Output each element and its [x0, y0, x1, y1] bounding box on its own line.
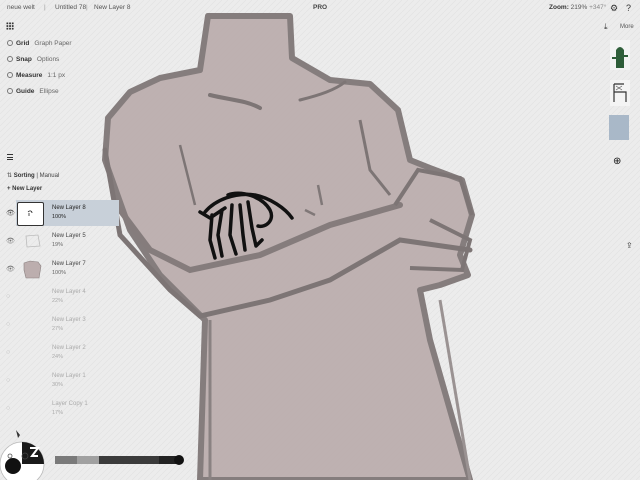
layer-name: New Layer 5 [52, 233, 86, 239]
grid-option[interactable]: Grid Graph Paper [7, 40, 72, 49]
visibility-eye-icon[interactable]: ○ [6, 405, 10, 412]
pro-label: PRO [313, 4, 328, 11]
layer-row[interactable]: ○ New Layer 1 30% [0, 368, 120, 394]
sorting-label: Sorting [13, 173, 35, 179]
breadcrumb-gallery[interactable]: neue welt [7, 4, 35, 11]
zoom-value: 219% [570, 4, 588, 11]
grid-menu-icon[interactable] [6, 22, 14, 30]
layer-name: New Layer 3 [52, 317, 86, 323]
tool-value: 1:1 px [47, 72, 66, 79]
reference-thumbnail-chair[interactable] [610, 80, 630, 106]
visibility-eye-icon[interactable]: 👁 [6, 237, 15, 245]
color-swatch[interactable] [609, 115, 629, 140]
radio-icon [7, 72, 13, 79]
layer-thumbnail [20, 398, 45, 420]
visibility-eye-icon[interactable]: ○ [6, 321, 10, 328]
new-layer-button[interactable]: + New Layer [7, 186, 42, 192]
layer-row[interactable]: ○ New Layer 2 24% [0, 340, 120, 366]
breadcrumb-separator: | [86, 4, 88, 11]
tool-label: Grid [16, 40, 30, 47]
layer-thumbnail [20, 370, 45, 392]
layer-opacity: 100% [52, 214, 67, 220]
brush-size-slider[interactable] [55, 455, 187, 465]
layers-menu-icon[interactable] [7, 154, 13, 160]
layer-thumbnail [20, 286, 45, 308]
layer-thumbnail [20, 314, 45, 336]
layer-opacity: 30% [52, 382, 64, 388]
layer-name: Layer Copy 1 [52, 401, 88, 407]
layer-name: New Layer 1 [52, 373, 86, 379]
tool-value: Graph Paper [34, 40, 72, 47]
tool-value: Ellipse [39, 88, 59, 95]
measure-option[interactable]: Measure 1:1 px [7, 72, 65, 81]
tool-label: Snap [16, 56, 32, 63]
layer-thumbnail [17, 202, 44, 226]
more-button[interactable]: More [620, 24, 634, 30]
breadcrumb-layer[interactable]: New Layer 8 [94, 4, 131, 11]
visibility-eye-icon[interactable]: ○ [6, 377, 10, 384]
layer-row[interactable]: 👁 New Layer 5 19% [0, 228, 120, 254]
radio-icon [7, 40, 13, 47]
layer-opacity: 27% [52, 326, 64, 332]
zoom-readout[interactable]: Zoom: 219% +347° [549, 4, 606, 11]
tool-value: Options [36, 56, 60, 63]
sorting-control[interactable]: ⇅ Sorting | Manual [7, 172, 59, 179]
pointer-icon [16, 430, 20, 438]
right-panel [604, 0, 640, 480]
share-icon[interactable]: ⇪ [626, 241, 633, 250]
breadcrumb-document[interactable]: Untitled 78 [55, 4, 86, 11]
visibility-eye-icon[interactable]: 👁 [6, 209, 15, 217]
layer-name: New Layer 2 [52, 345, 86, 351]
layer-opacity: 19% [52, 242, 64, 248]
reference-thumbnail-cactus[interactable] [610, 40, 630, 70]
download-icon[interactable]: ⤓ [604, 22, 608, 32]
layer-opacity: 17% [52, 410, 64, 416]
layer-opacity: 24% [52, 354, 64, 360]
layer-opacity: 100% [52, 270, 67, 276]
tool-label: Measure [16, 72, 43, 79]
layer-thumbnail [20, 230, 45, 252]
layer-row[interactable]: New Layer 8 100% [16, 200, 119, 226]
sorting-value: Manual [39, 173, 60, 179]
visibility-eye-icon[interactable]: 👁 [6, 265, 15, 273]
radio-icon [7, 56, 13, 63]
layer-row[interactable]: ○ New Layer 3 27% [0, 312, 120, 338]
radio-icon [7, 88, 13, 95]
visibility-eye-icon[interactable]: ○ [6, 349, 10, 356]
layer-name: New Layer 4 [52, 289, 86, 295]
layer-opacity: 22% [52, 298, 64, 304]
layer-name: New Layer 8 [52, 205, 86, 211]
breadcrumb-separator: | [44, 4, 46, 11]
color-puck[interactable] [5, 458, 21, 474]
snap-option[interactable]: Snap Options [7, 56, 59, 65]
guide-option[interactable]: Guide Ellipse [7, 88, 59, 97]
layer-row[interactable]: 👁 New Layer 7 100% [0, 256, 120, 282]
visibility-eye-icon[interactable]: ○ [6, 293, 10, 300]
plus-icon[interactable]: ⊕ [613, 156, 621, 167]
layer-thumbnail [20, 258, 45, 280]
top-bar: neue welt | Untitled 78 | New Layer 8 PR… [0, 0, 640, 16]
layer-thumbnail [20, 342, 45, 364]
zoom-label: Zoom: [549, 4, 569, 11]
tool-wheel[interactable] [0, 418, 60, 480]
layer-name: New Layer 7 [52, 261, 86, 267]
tool-label: Guide [16, 88, 35, 95]
layer-row[interactable]: ○ New Layer 4 22% [0, 284, 120, 310]
